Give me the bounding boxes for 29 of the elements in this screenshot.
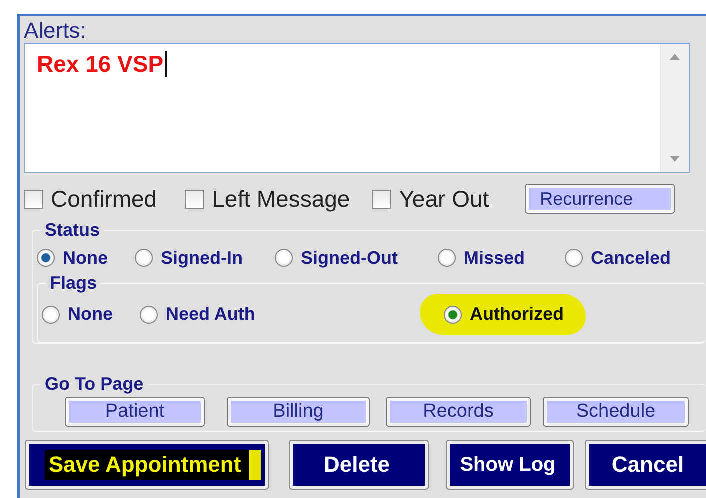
radio-option[interactable]: Canceled [565,248,672,268]
action-button[interactable]: Show Log [446,440,574,490]
alert-text: Rex 16 VSP [37,51,167,77]
recurrence-button[interactable]: Recurrence [525,184,676,214]
alerts-field[interactable]: Rex 16 VSP [24,43,690,173]
action-button[interactable]: Save Appointment [25,440,269,490]
page-button[interactable]: Schedule [543,397,689,427]
page-button[interactable]: Billing [227,397,370,427]
scrollbar[interactable] [660,44,689,172]
radio-option[interactable]: Signed-Out [275,248,398,268]
page-button[interactable]: Records [386,397,531,427]
group-title: Go To Page [44,374,145,395]
group-title: Flags [49,273,98,294]
action-button[interactable]: Delete [289,440,429,490]
alerts-label: Alerts: [24,20,88,42]
action-button[interactable]: Cancel [585,440,706,490]
radio-option[interactable]: Need Auth [140,304,256,325]
checkbox[interactable]: Confirmed [24,186,158,212]
scroll-up-icon[interactable] [670,54,680,60]
scroll-down-icon[interactable] [670,156,680,162]
page-button[interactable]: Patient [65,397,205,427]
radio-option[interactable]: None [37,248,108,268]
group-title: Status [44,220,102,241]
radio-option[interactable]: Signed-In [135,248,243,268]
checkbox[interactable]: Year Out [372,186,490,212]
radio-option[interactable]: Missed [438,248,526,268]
highlighted-radio-option[interactable]: Authorized [420,294,586,335]
radio-option[interactable]: None [42,304,113,325]
checkbox[interactable]: Left Message [185,186,350,212]
